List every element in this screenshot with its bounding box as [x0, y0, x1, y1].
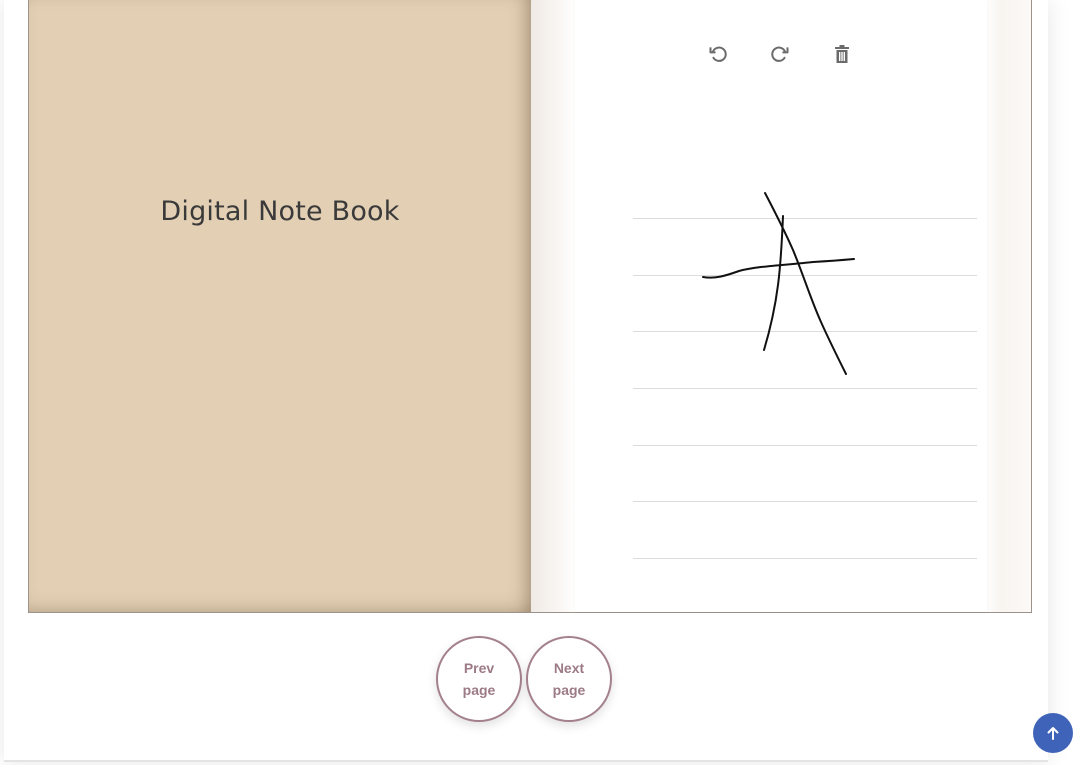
notebook: Digital Note Book: [28, 0, 1032, 613]
page-frame: Digital Note Book Prev page Next page: [4, 0, 1048, 762]
scroll-to-top-button[interactable]: [1033, 713, 1073, 753]
prev-page-button[interactable]: Prev page: [436, 636, 522, 722]
notebook-right-page: [531, 0, 1031, 612]
cover-title: Digital Note Book: [160, 196, 400, 227]
next-page-button[interactable]: Next page: [526, 636, 612, 722]
next-page-label: Next page: [552, 660, 586, 698]
notebook-cover[interactable]: Digital Note Book: [29, 0, 531, 612]
prev-page-label: Prev page: [462, 660, 496, 698]
arrow-up-icon: [1047, 727, 1059, 740]
drawing-sheet[interactable]: [575, 0, 987, 612]
handwritten-stroke: [702, 192, 855, 375]
